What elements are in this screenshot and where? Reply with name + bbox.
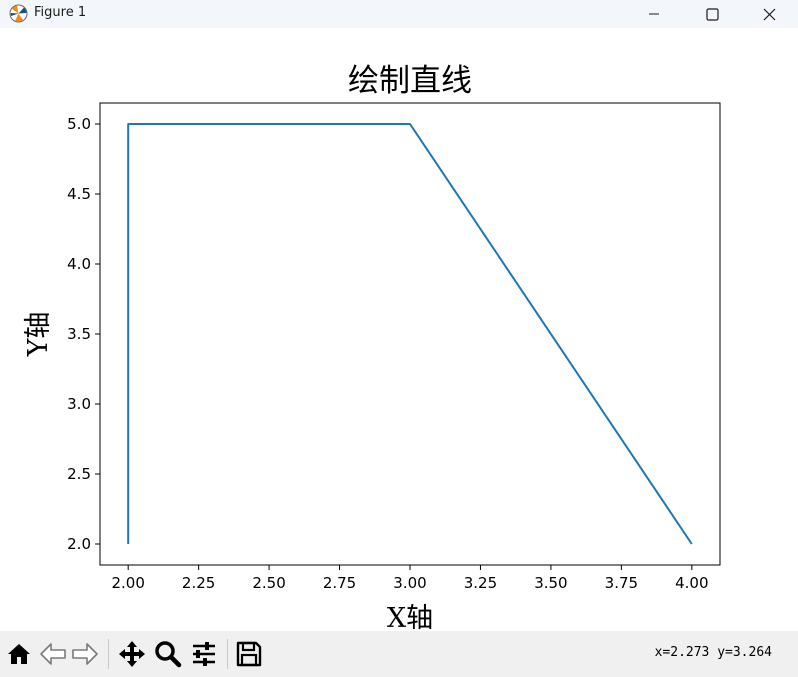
x-tick-label: 3.25 — [464, 574, 497, 592]
y-tick-label: 4.0 — [67, 255, 91, 273]
forward-button[interactable] — [69, 638, 101, 670]
y-tick-label: 3.0 — [67, 395, 91, 413]
y-tick-label: 2.0 — [67, 535, 91, 553]
minimize-button[interactable] — [625, 0, 683, 28]
back-icon — [40, 643, 66, 665]
configure-subplots-button[interactable] — [188, 638, 220, 670]
x-tick-label: 3.75 — [605, 574, 638, 592]
x-tick-label: 2.50 — [252, 574, 285, 592]
maximize-button[interactable] — [683, 0, 741, 28]
plot-frame — [99, 102, 721, 566]
toolbar-separator — [108, 639, 109, 669]
forward-icon — [72, 643, 98, 665]
y-tick-label: 2.5 — [67, 465, 91, 483]
back-button[interactable] — [37, 638, 69, 670]
configure-subplots-icon — [193, 642, 215, 666]
y-tick-label: 4.5 — [67, 185, 91, 203]
zoom-icon — [155, 641, 182, 668]
x-tick-label: 4.00 — [675, 574, 708, 592]
minimize-icon — [649, 13, 659, 15]
navigation-toolbar: x=2.273 y=3.264 — [0, 631, 798, 677]
x-axis-label: X轴 — [387, 603, 433, 631]
x-tick-label: 2.00 — [111, 574, 144, 592]
toolbar-separator — [227, 639, 228, 669]
pan-icon — [119, 641, 145, 667]
x-tick-label: 3.00 — [393, 574, 426, 592]
cursor-coordinates: x=2.273 y=3.264 — [654, 645, 772, 660]
chart-title: 绘制直线 — [348, 63, 472, 99]
pan-button[interactable] — [116, 638, 148, 670]
save-button[interactable] — [233, 638, 265, 670]
x-tick-label: 2.25 — [182, 574, 215, 592]
x-tick-label: 3.50 — [534, 574, 567, 592]
maximize-icon — [705, 7, 719, 21]
series-line-0 — [127, 123, 693, 545]
y-tick-label: 3.5 — [67, 325, 91, 343]
save-icon — [236, 641, 262, 667]
close-button[interactable] — [740, 0, 798, 28]
y-axis-label: Y轴 — [23, 312, 54, 358]
window-title: Figure 1 — [34, 5, 87, 20]
x-tick-label: 2.75 — [323, 574, 356, 592]
home-icon — [8, 644, 30, 664]
line-chart: 绘制直线 2.00 2.25 2.50 2.75 3.00 3.25 3.50 3.75 4.0… — [23, 63, 721, 631]
close-icon — [763, 8, 775, 20]
zoom-button[interactable] — [152, 638, 184, 670]
y-tick-label: 5.0 — [67, 115, 91, 133]
figure-canvas[interactable]: 绘制直线 2.00 2.25 2.50 2.75 3.00 3.25 3.50 3.75 4.0… — [0, 28, 798, 631]
home-button[interactable] — [3, 638, 35, 670]
matplotlib-app-icon — [9, 4, 28, 23]
window-titlebar: Figure 1 — [0, 0, 798, 28]
